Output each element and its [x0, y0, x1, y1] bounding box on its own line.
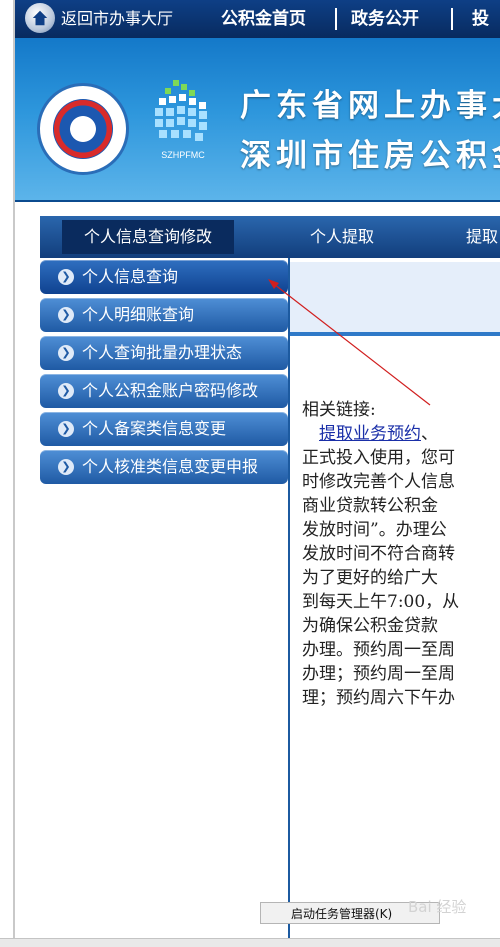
- content-header-band: [290, 262, 500, 336]
- content-line: 为了更好的给广大: [302, 568, 438, 588]
- content-line: 办理；预约周一至周: [302, 664, 455, 684]
- svg-text:SZHPFMC: SZHPFMC: [161, 150, 205, 160]
- nav-separator: [335, 8, 337, 30]
- site-banner: SZHPFMC 广东省网上办事大 深圳市住房公积金: [15, 38, 500, 200]
- related-links-heading: 相关链接:: [302, 400, 376, 420]
- sidebar-menu: ❯ 个人信息查询 ❯ 个人明细账查询 ❯ 个人查询批量办理状态 ❯ 个人公积金账…: [40, 260, 288, 488]
- withdrawal-booking-link[interactable]: 提取业务预约: [319, 424, 421, 444]
- back-to-hall-link[interactable]: 返回市办事大厅: [61, 0, 173, 38]
- sidebar-item-personal-info-query[interactable]: ❯ 个人信息查询: [40, 260, 288, 294]
- sidebar-item-label: 个人明细账查询: [82, 305, 195, 324]
- arrow-right-icon: ❯: [58, 459, 74, 475]
- banner-title-line1: 广东省网上办事大: [240, 88, 500, 124]
- sidebar-item-label: 个人查询批量办理状态: [82, 343, 243, 362]
- content-text: 相关链接: 提取业务预约、 正式投入使用，您可 时修改完善个人信息 商业贷款转公…: [302, 398, 500, 710]
- window-left-border: [0, 0, 15, 947]
- content-line: 发放时间不符合商转: [302, 544, 455, 564]
- content-line: 时修改完善个人信息: [302, 472, 455, 492]
- nav-provident-fund-home[interactable]: 公积金首页: [221, 0, 306, 38]
- content-line: 办理。预约周一至周: [302, 640, 455, 660]
- nav-item-truncated[interactable]: 投: [472, 0, 489, 38]
- content-panel: 相关链接: 提取业务预约、 正式投入使用，您可 时修改完善个人信息 商业贷款转公…: [288, 258, 500, 938]
- home-icon[interactable]: [25, 3, 55, 33]
- content-line: 到每天上午7:00，从: [302, 592, 460, 612]
- sidebar-item-label: 个人备案类信息变更: [82, 419, 227, 438]
- sidebar-item-batch-status[interactable]: ❯ 个人查询批量办理状态: [40, 336, 288, 370]
- content-line: 理；预约周六下午办: [302, 688, 455, 708]
- szhpfmc-logo: SZHPFMC: [155, 80, 207, 160]
- sidebar-item-label: 个人信息查询: [82, 267, 179, 286]
- tab-personal-info[interactable]: 个人信息查询修改: [62, 220, 235, 254]
- tab-withdrawal[interactable]: 提取: [466, 216, 498, 258]
- content-line: 商业贷款转公积金: [302, 496, 438, 516]
- arrow-right-icon: ❯: [58, 269, 74, 285]
- content-line: 为确保公积金贷款: [302, 616, 438, 636]
- content-line: 正式投入使用，您可: [302, 448, 455, 468]
- arrow-right-icon: ❯: [58, 383, 74, 399]
- tab-bar: 个人信息查询修改 个人提取 提取: [40, 216, 500, 258]
- taskbar-edge: [0, 938, 500, 947]
- tab-personal-withdrawal[interactable]: 个人提取: [310, 216, 374, 258]
- related-links-line: 提取业务预约、: [319, 424, 438, 444]
- sidebar-item-account-detail[interactable]: ❯ 个人明细账查询: [40, 298, 288, 332]
- banner-title-line2: 深圳市住房公积金: [240, 138, 500, 174]
- sidebar-item-label: 个人公积金账户密码修改: [82, 381, 259, 400]
- content-line: 发放时间”。办理公: [302, 520, 447, 540]
- arrow-right-icon: ❯: [58, 421, 74, 437]
- arrow-right-icon: ❯: [58, 345, 74, 361]
- sidebar-item-password-change[interactable]: ❯ 个人公积金账户密码修改: [40, 374, 288, 408]
- browser-page: 返回市办事大厅 公积金首页 政务公开 投 SZHPFMC 广东省网上办事大 深圳…: [0, 0, 500, 947]
- nav-government-affairs[interactable]: 政务公开: [351, 0, 419, 38]
- top-navigation-bar: 返回市办事大厅 公积金首页 政务公开 投: [15, 0, 500, 38]
- banner-divider: [15, 200, 500, 202]
- nav-separator: [451, 8, 453, 30]
- sidebar-item-label: 个人核准类信息变更申报: [82, 457, 259, 476]
- sidebar-item-approval-change[interactable]: ❯ 个人核准类信息变更申报: [40, 450, 288, 484]
- guangdong-portal-logo: [37, 83, 129, 175]
- sidebar-item-record-change[interactable]: ❯ 个人备案类信息变更: [40, 412, 288, 446]
- arrow-right-icon: ❯: [58, 307, 74, 323]
- baidu-jingyan-watermark: Bai 经验: [408, 898, 467, 916]
